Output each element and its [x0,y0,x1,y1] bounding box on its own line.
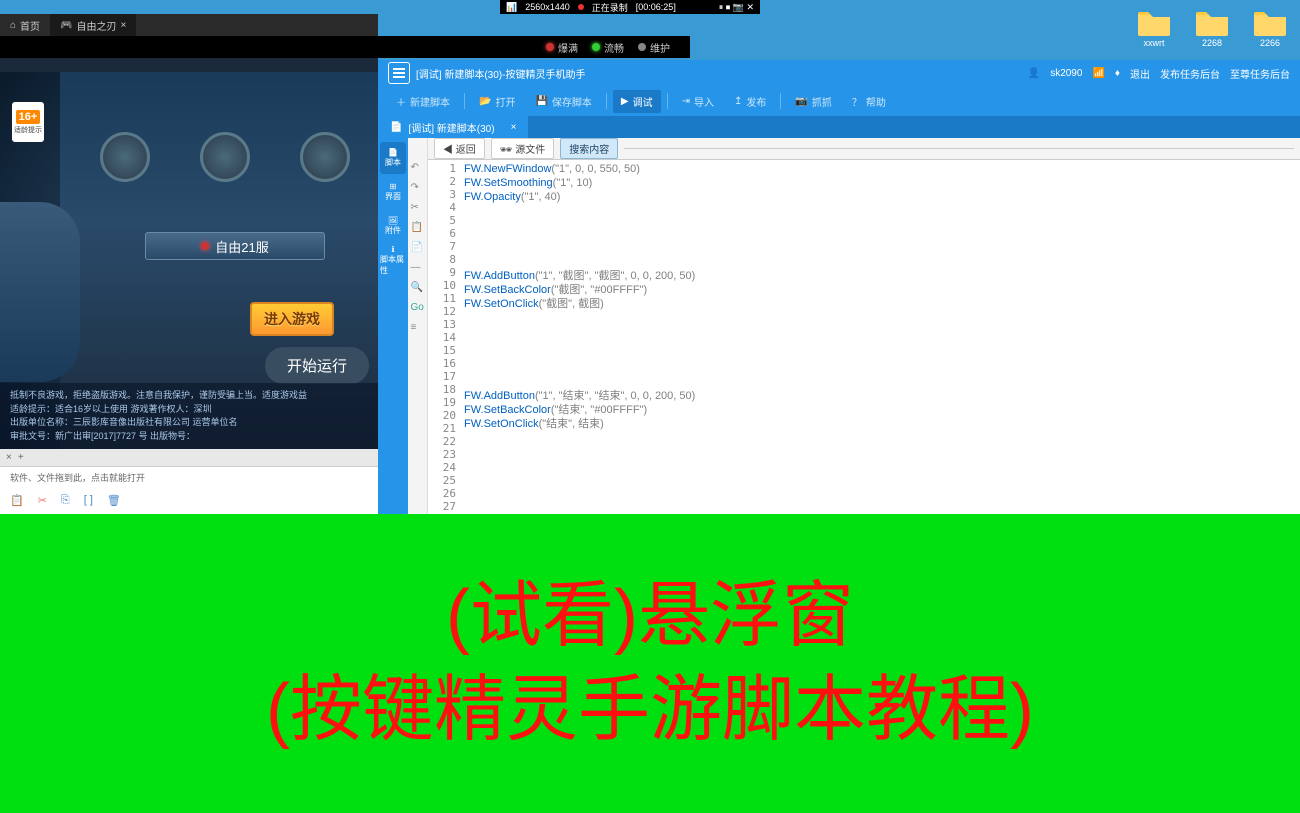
close-icon[interactable]: × [121,20,127,31]
tab-close-icon[interactable]: × [6,452,12,463]
game-tab-home[interactable]: ⌂ 首页 [0,14,50,36]
desktop-icons: xxwrt 2268 2266 [1134,10,1290,48]
enter-game-button[interactable]: 进入游戏 [250,302,334,336]
cut-icon[interactable]: ✂ [38,494,47,507]
close-icon[interactable]: × [511,122,517,133]
debug-button[interactable]: ▶调试 [613,90,661,113]
ide-tab-bar: 📄[调试] 新建脚本(30)× [378,116,1300,138]
back-button[interactable]: ◀ 返回 [434,138,485,159]
start-run-button[interactable]: 开始运行 [265,347,369,384]
ide-sidebar: 📄脚本 ⊞界面 🖼附件 ℹ脚本属性 [378,138,408,514]
save-button[interactable]: 💾保存脚本 [527,90,599,113]
browser-tabs: × + [0,449,378,467]
open-button[interactable]: 📂打开 [471,90,523,113]
banner-line-2: (按键精灵手游脚本教程) [266,664,1034,758]
save-icon: 💾 [535,96,547,107]
server-status-bar: 爆满 流畅 维护 [0,36,690,58]
source-button[interactable]: 🕶 源文件 [491,138,554,159]
desktop-folder-2[interactable]: 2268 [1192,10,1232,48]
tutorial-banner: (试看)悬浮窗 (按键精灵手游脚本教程) [0,514,1300,813]
search-box[interactable]: 搜索内容 [560,138,618,159]
username: sk2090 [1050,68,1082,79]
sidebar-script[interactable]: 📄脚本 [380,142,406,174]
capture-button[interactable]: 📷抓抓 [787,90,839,113]
desktop-folder-1[interactable]: xxwrt [1134,10,1174,48]
tab-add-button[interactable]: + [18,452,24,463]
server-banner[interactable]: 自由21服 [145,232,325,260]
trash-icon[interactable]: 🗑 [107,494,121,507]
backend-link-1[interactable]: 发布任务后台 [1160,66,1220,81]
play-icon: ▶ [621,96,629,107]
diamond-icon: ♦ [1115,68,1120,79]
publish-button[interactable]: ↥发布 [726,90,774,113]
line-numbers: 1234567891011121314151617181920212223242… [428,160,460,514]
help-icon: ？ [852,94,862,109]
game-window: ⌂ 首页 🎮 自由之刃 × 结束 16+ 适龄提示 自由21服 进入游戏 开始运… [0,14,378,449]
new-script-button[interactable]: ＋新建脚本 [388,90,458,113]
game-tabs: ⌂ 首页 🎮 自由之刃 × [0,14,378,36]
ide-file-tab[interactable]: 📄[调试] 新建脚本(30)× [378,116,528,138]
age-rating-badge: 16+ 适龄提示 [12,102,44,142]
camera-icon: 📷 [795,96,807,107]
import-button[interactable]: ⇥导入 [674,90,722,113]
browser-toolbar: 📋 ✂ ⎘ [ ] 🗑 [0,488,378,513]
banner-line-1: (试看)悬浮窗 [446,570,854,664]
ide-toolbar: ＋新建脚本 📂打开 💾保存脚本 ▶调试 ⇥导入 ↥发布 📷抓抓 ？帮助 [378,86,1300,116]
ide-gutter: ↶↷✂ 📋📄— 🔍Go≡ [408,138,428,514]
folder-icon: 📂 [479,96,491,107]
menu-icon[interactable] [388,62,410,84]
game-tab-active[interactable]: 🎮 自由之刃 × [50,14,136,36]
copy-icon[interactable]: ⎘ [61,494,70,507]
game-footer: 抵制不良游戏，拒绝盗版游戏。注意自我保护，谨防受骗上当。适度游戏益 适龄提示：适… [0,383,378,449]
clipboard-icon[interactable]: 📋 [10,494,24,507]
ide-strip: ◀ 返回 🕶 源文件 搜索内容 [428,138,1300,160]
help-button[interactable]: ？帮助 [844,90,894,113]
code-editor[interactable]: 1234567891011121314151617181920212223242… [428,160,1300,514]
browser-strip: × + 软件、文件拖到此，点击就能打开 📋 ✂ ⎘ [ ] 🗑 [0,449,378,514]
ide-window: [调试] 新建脚本(30)-按键精灵手机助手 👤 sk2090 📶 ♦ 退出 发… [378,60,1300,514]
plus-icon: ＋ [396,94,406,109]
user-icon: 👤 [1028,68,1040,79]
desktop-folder-3[interactable]: 2266 [1250,10,1290,48]
recording-bar: 📊2560x1440 正在录制 [00:06:25] ⏸ ⏹ 📷 ✕ [500,0,760,14]
sidebar-attach[interactable]: 🖼附件 [380,210,406,242]
import-icon: ⇥ [682,96,690,107]
code-content[interactable]: FW.NewFWindow("1", 0, 0, 550, 50) FW.Set… [460,160,1300,514]
browser-hint: 软件、文件拖到此，点击就能打开 [0,467,378,488]
file-icon: 📄 [390,122,402,133]
wifi-icon: 📶 [1092,68,1104,79]
upload-icon: ↥ [734,96,742,107]
ide-title: [调试] 新建脚本(30)-按键精灵手机助手 [416,66,585,81]
paste-icon[interactable]: [ ] [84,494,93,507]
backend-link-2[interactable]: 至尊任务后台 [1230,66,1290,81]
logout-link[interactable]: 退出 [1130,66,1150,81]
game-body: 16+ 适龄提示 自由21服 进入游戏 开始运行 抵制不良游戏，拒绝盗版游戏。注… [0,72,378,449]
sidebar-ui[interactable]: ⊞界面 [380,176,406,208]
sidebar-props[interactable]: ℹ脚本属性 [380,244,406,276]
ide-titlebar: [调试] 新建脚本(30)-按键精灵手机助手 👤 sk2090 📶 ♦ 退出 发… [378,60,1300,86]
